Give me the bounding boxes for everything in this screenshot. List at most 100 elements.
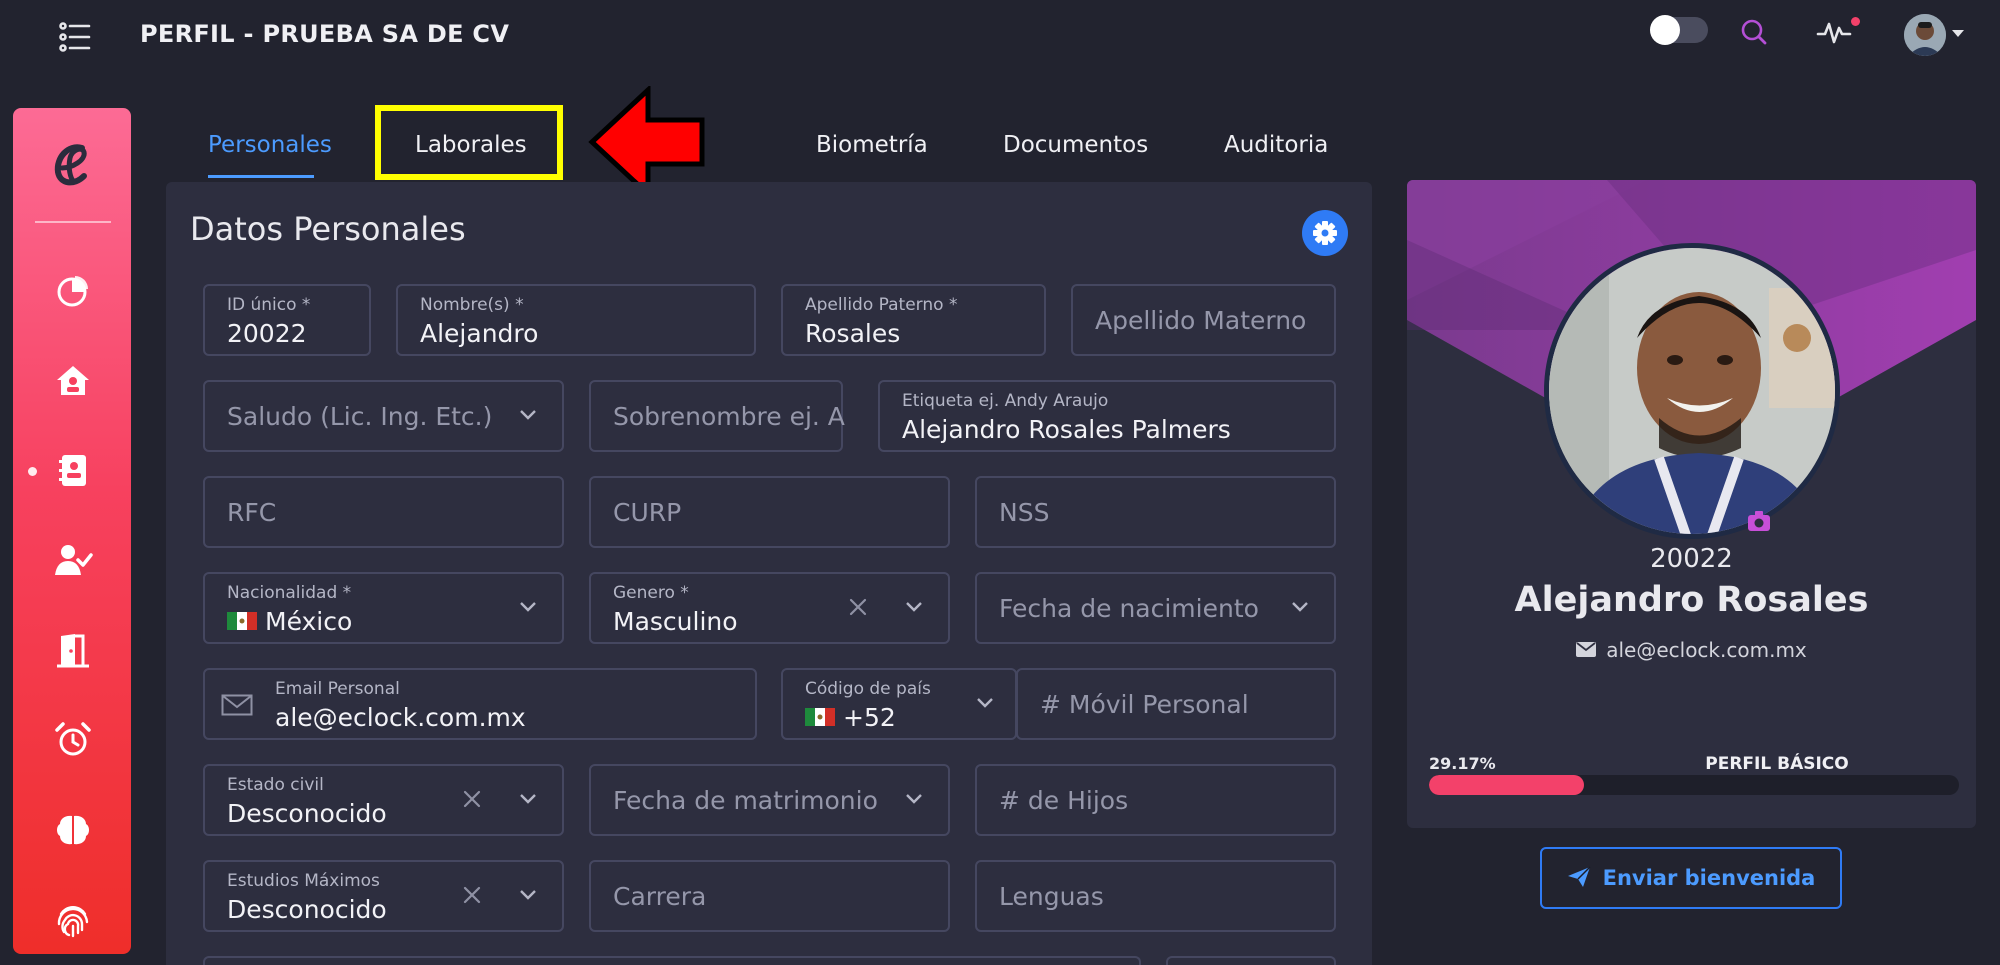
field-label: Estado civil: [227, 775, 324, 795]
apellido-materno-field[interactable]: Apellido Materno: [1071, 284, 1336, 356]
profile-progress-bar: [1429, 775, 1959, 795]
field-value-with-flag: +52: [805, 703, 896, 732]
hijos-field[interactable]: # de Hijos: [975, 764, 1336, 836]
etiqueta-field[interactable]: Etiqueta ej. Andy Araujo Alejandro Rosal…: [878, 380, 1336, 452]
sobrenombre-field[interactable]: Sobrenombre ej. A: [589, 380, 845, 452]
field-placeholder: Saludo (Lic. Ing. Etc.): [227, 402, 493, 431]
list-menu-icon[interactable]: [58, 20, 92, 54]
alarm-clock-icon[interactable]: [53, 720, 93, 760]
field-value: Rosales: [805, 319, 901, 348]
highlight-annotation-box: [375, 105, 563, 180]
chevron-down-icon: [977, 698, 993, 708]
paper-plane-icon: [1567, 866, 1591, 887]
profile-level: PERFIL BÁSICO: [1705, 754, 1849, 774]
home-icon[interactable]: [53, 360, 93, 400]
profile-card: 20022 Alejandro Rosales ale@eclock.com.m…: [1407, 180, 1976, 828]
lenguas-field[interactable]: Lenguas: [975, 860, 1336, 932]
codigo-pais-select[interactable]: Código de país +52: [781, 668, 1017, 740]
chevron-down-icon: [520, 890, 536, 900]
tab-biometria[interactable]: Biometría: [816, 132, 928, 158]
nss-field[interactable]: NSS: [975, 476, 1336, 548]
camera-icon[interactable]: [1747, 510, 1771, 532]
field-placeholder: Sobrenombre ej. A: [613, 402, 845, 431]
sidebar: [13, 108, 131, 954]
field-placeholder: Lenguas: [999, 882, 1104, 911]
close-icon[interactable]: [461, 884, 483, 906]
chevron-down-icon: [906, 794, 922, 804]
genero-select[interactable]: Genero * Masculino: [589, 572, 950, 644]
estudios-select[interactable]: Estudios Máximos Desconocido: [203, 860, 564, 932]
card-title: Datos Personales: [190, 210, 466, 248]
eclock-logo-icon[interactable]: [48, 138, 98, 194]
field-value: Desconocido: [227, 799, 387, 828]
tab-active-underline: [208, 175, 314, 178]
field-placeholder: NSS: [999, 498, 1050, 527]
field-placeholder: Fecha de matrimonio: [613, 786, 878, 815]
envelope-icon: [1576, 642, 1597, 657]
enviar-bienvenida-button[interactable]: Enviar bienvenida: [1540, 847, 1842, 909]
field-value: ale@eclock.com.mx: [275, 703, 526, 732]
door-exit-icon[interactable]: [53, 630, 93, 670]
settings-button[interactable]: [1302, 210, 1348, 256]
field-placeholder: # Móvil Personal: [1040, 690, 1249, 719]
email-field[interactable]: Email Personal ale@eclock.com.mx: [203, 668, 757, 740]
chevron-down-icon: [520, 602, 536, 612]
fingerprint-icon[interactable]: [53, 900, 93, 940]
user-check-icon[interactable]: [53, 540, 93, 580]
chevron-down-icon: [906, 602, 922, 612]
field-label: ID único *: [227, 295, 311, 315]
close-icon[interactable]: [461, 788, 483, 810]
chevron-down-icon: [520, 794, 536, 804]
avatar[interactable]: [1904, 14, 1946, 56]
chevron-down-icon: [1292, 602, 1308, 612]
field-label: Etiqueta ej. Andy Araujo: [902, 391, 1109, 411]
field-placeholder: # de Hijos: [999, 786, 1129, 815]
field-value: Alejandro Rosales Palmers: [902, 415, 1231, 444]
nombre-field[interactable]: Nombre(s) * Alejandro: [396, 284, 756, 356]
top-bar: PERFIL - PRUEBA SA DE CV: [0, 0, 2000, 72]
page-title: PERFIL - PRUEBA SA DE CV: [140, 20, 510, 48]
tab-personales[interactable]: Personales: [208, 132, 332, 158]
mexico-flag-icon: [805, 708, 835, 726]
contacts-book-icon[interactable]: [53, 450, 93, 490]
theme-toggle[interactable]: [1650, 15, 1708, 45]
fecha-matrimonio-select[interactable]: Fecha de matrimonio: [589, 764, 950, 836]
rfc-field[interactable]: RFC: [203, 476, 564, 548]
fecha-nacimiento-select[interactable]: Fecha de nacimiento: [975, 572, 1336, 644]
profile-photo[interactable]: [1544, 243, 1840, 539]
profile-tabs: Personales Laborales s Biometría Documen…: [190, 112, 1390, 180]
saludo-select[interactable]: Saludo (Lic. Ing. Etc.): [203, 380, 564, 452]
curp-field[interactable]: CURP: [589, 476, 950, 548]
profile-name: Alejandro Rosales: [1514, 580, 1869, 620]
search-icon[interactable]: [1736, 14, 1772, 50]
sidebar-divider: [35, 221, 111, 223]
tab-documentos[interactable]: Documentos: [1003, 132, 1148, 158]
apellido-paterno-field[interactable]: Apellido Paterno * Rosales: [781, 284, 1046, 356]
chart-pie-icon[interactable]: [53, 270, 93, 310]
tab-auditoria[interactable]: Auditoria: [1224, 132, 1328, 158]
gear-icon: [1313, 221, 1337, 245]
field-value: Desconocido: [227, 895, 387, 924]
carrera-field[interactable]: Carrera: [589, 860, 950, 932]
chevron-down-icon[interactable]: [1952, 30, 1964, 37]
field-label: Email Personal: [275, 679, 400, 699]
id-unico-field[interactable]: ID único * 20022: [203, 284, 371, 356]
close-icon[interactable]: [847, 596, 869, 618]
progress-fill: [1429, 775, 1584, 795]
pulse-activity-icon[interactable]: [1816, 14, 1852, 50]
chevron-down-icon: [520, 410, 536, 420]
brain-icon[interactable]: [53, 810, 93, 850]
field-placeholder: Fecha de nacimiento: [999, 594, 1259, 623]
field-label: Nombre(s) *: [420, 295, 524, 315]
mexico-flag-icon: [227, 612, 257, 630]
estado-civil-select[interactable]: Estado civil Desconocido: [203, 764, 564, 836]
partial-field[interactable]: [1166, 956, 1336, 965]
field-placeholder: RFC: [227, 498, 277, 527]
nacionalidad-select[interactable]: Nacionalidad * México: [203, 572, 564, 644]
notification-dot: [1851, 17, 1860, 26]
envelope-icon: [221, 694, 253, 716]
field-value: +52: [843, 703, 896, 732]
partial-field[interactable]: [203, 956, 1141, 965]
field-label: Nacionalidad *: [227, 583, 352, 603]
movil-personal-field[interactable]: # Móvil Personal: [1016, 668, 1336, 740]
